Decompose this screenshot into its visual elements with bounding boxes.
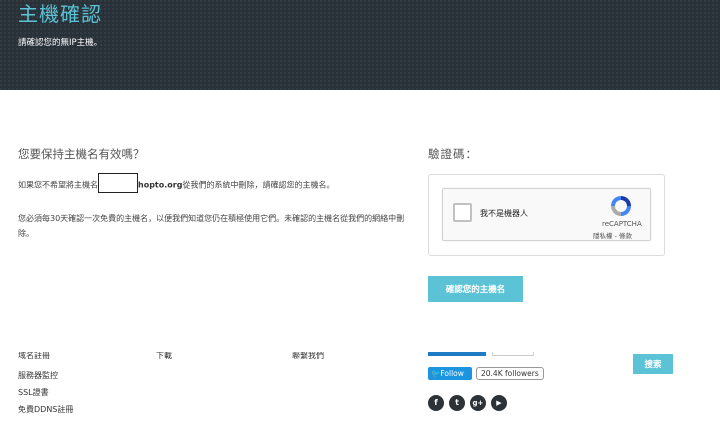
footer-link-contact[interactable]: 聯繫我們 (292, 352, 324, 361)
not-robot-label: 我不是機器人 (480, 209, 528, 218)
twitter-icon[interactable]: t (449, 395, 465, 411)
facebook-like-count (492, 352, 534, 356)
youtube-icon[interactable]: ▶ (491, 395, 507, 411)
facebook-like-button[interactable] (428, 352, 486, 356)
captcha-section: 驗證碼： 我不是機器人 reCAPTCHA 隱私權 - 條款 (428, 146, 665, 256)
twitter-bird-icon: 🐦 (431, 369, 441, 378)
privacy-link[interactable]: 隱私權 (593, 232, 613, 240)
footer-link-domain[interactable]: 域名註冊 (18, 352, 50, 361)
hero-banner: 主機確認 請確認您的無IP主機。 (0, 0, 720, 90)
twitter-follow-button[interactable]: 🐦Follow (428, 367, 472, 380)
captcha-heading: 驗證碼： (428, 147, 478, 161)
facebook-icon[interactable]: f (428, 395, 444, 411)
footer-link-ssl[interactable]: SSL證書 (18, 387, 49, 398)
terms-link[interactable]: 條款 (619, 232, 632, 240)
footer-link-download[interactable]: 下載 (156, 352, 172, 361)
paragraph-1-pre: 如果您不希望將主機名 (18, 180, 98, 190)
page-subtitle: 請確認您的無IP主機。 (18, 38, 103, 48)
footer-link-server-monitoring[interactable]: 服務器監控 (18, 370, 58, 381)
section-heading: 您要保持主機名有效嗎？ (18, 147, 145, 161)
page-title: 主機確認 (18, 2, 102, 26)
paragraph-1-post: 從我們的系統中刪除，請確認您的主機名。 (182, 180, 335, 190)
main-content: 您要保持主機名有效嗎？ 如果您不希望將主機名 hopto.org從我們的系統中刪除… (0, 90, 720, 352)
recaptcha-brand: reCAPTCHA (602, 220, 642, 228)
twitter-followers-count: 20.4K followers (476, 367, 544, 380)
twitter-follow-label: Follow (440, 369, 464, 378)
recaptcha-widget: 我不是機器人 reCAPTCHA 隱私權 - 條款 (442, 188, 651, 241)
footer-link-free-ddns[interactable]: 免費DDNS註冊 (18, 404, 73, 415)
info-paragraph-1: 如果您不希望將主機名 hopto.org從我們的系統中刪除，請確認您的主機名。 (18, 173, 410, 193)
info-paragraph-2: 您必須每30天確認一次免費的主機名，以便我們知道您仍在積極使用它們。未確認的主機… (18, 214, 405, 238)
google-plus-icon[interactable]: g+ (470, 395, 486, 411)
footer: 域名註冊 服務器監控 SSL證書 免費DDNS註冊 下載 聯繫我們 🐦Follo… (0, 352, 720, 425)
hostname-domain: hopto.org (138, 180, 183, 190)
captcha-container: 我不是機器人 reCAPTCHA 隱私權 - 條款 (428, 174, 665, 256)
not-robot-checkbox[interactable] (453, 203, 472, 222)
recaptcha-links: 隱私權 - 條款 (593, 230, 632, 240)
hostname-info: 您要保持主機名有效嗎？ 如果您不希望將主機名 hopto.org從我們的系統中刪除… (18, 146, 410, 241)
search-button[interactable]: 搜索 (633, 354, 673, 374)
recaptcha-logo-icon (611, 196, 631, 216)
redacted-hostname (98, 173, 138, 193)
confirm-hostname-button[interactable]: 確認您的主機名 (428, 276, 523, 302)
